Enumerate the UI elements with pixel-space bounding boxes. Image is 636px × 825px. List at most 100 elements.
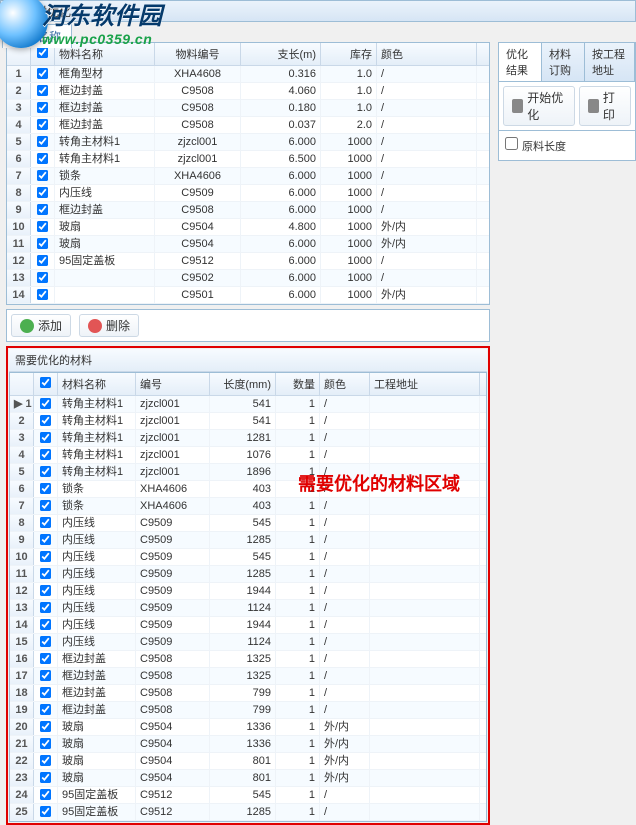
row-checkbox[interactable] [40,704,51,715]
table-row[interactable]: 14内压线C950919441/ [10,617,486,634]
bottom-grid: 材料名称 编号 长度(mm) 数量 颜色 工程地址 ▶ 1转角主材料1zjzcl… [9,372,487,822]
table-row[interactable]: 6转角主材料1zjzcl0016.5001000/ [7,151,489,168]
table-row[interactable]: 21玻扇C950413361外/内 [10,736,486,753]
row-checkbox[interactable] [40,619,51,630]
table-row[interactable]: 14C95016.0001000外/内 [7,287,489,304]
play-icon [512,99,523,113]
row-checkbox[interactable] [37,272,48,283]
table-row[interactable]: 20玻扇C950413361外/内 [10,719,486,736]
titlebar: 型材优化 [0,0,636,22]
tab-results[interactable]: 优化结果 [499,43,542,81]
bot-check-all[interactable] [40,377,51,388]
table-row[interactable]: 2转角主材料1zjzcl0015411/ [10,413,486,430]
row-checkbox[interactable] [40,585,51,596]
row-checkbox[interactable] [40,738,51,749]
table-row[interactable]: 18框边封盖C95087991/ [10,685,486,702]
row-checkbox[interactable] [37,119,48,130]
table-row[interactable]: 1框角型材XHA46080.3161.0/ [7,66,489,83]
table-row[interactable]: 23玻扇C95048011外/内 [10,770,486,787]
bottom-grid-header: 材料名称 编号 长度(mm) 数量 颜色 工程地址 [10,373,486,396]
table-row[interactable]: 4转角主材料1zjzcl00110761/ [10,447,486,464]
plus-icon [20,319,34,333]
row-checkbox[interactable] [40,534,51,545]
right-tabs: 优化结果 材料订购 按工程地址 [498,42,636,82]
row-checkbox[interactable] [40,789,51,800]
table-row[interactable]: 13C95026.0001000/ [7,270,489,287]
row-checkbox[interactable] [40,670,51,681]
row-checkbox[interactable] [37,187,48,198]
table-row[interactable]: 1295固定盖板C95126.0001000/ [7,253,489,270]
row-checkbox[interactable] [37,238,48,249]
row-checkbox[interactable] [40,653,51,664]
row-checkbox[interactable] [40,466,51,477]
table-row[interactable]: 7锁条XHA46064031/ [10,498,486,515]
row-checkbox[interactable] [40,636,51,647]
top-grid-header: 物料名称 物料编号 支长(m) 库存 颜色 [7,43,489,66]
print-button[interactable]: 打印 [579,86,631,126]
table-row[interactable]: 22玻扇C95048011外/内 [10,753,486,770]
minus-icon [88,319,102,333]
table-row[interactable]: 7锁条XHA46066.0001000/ [7,168,489,185]
table-row[interactable]: 8内压线C95096.0001000/ [7,185,489,202]
table-row[interactable]: 5转角主材料1zjzcl0016.0001000/ [7,134,489,151]
row-checkbox[interactable] [40,398,51,409]
row-checkbox[interactable] [40,755,51,766]
row-checkbox[interactable] [37,102,48,113]
row-checkbox[interactable] [40,449,51,460]
table-row[interactable]: 5转角主材料1zjzcl00118961/ [10,464,486,481]
row-checkbox[interactable] [37,85,48,96]
start-optimize-button[interactable]: 开始优化 [503,86,575,126]
table-row[interactable]: 17框边封盖C950813251/ [10,668,486,685]
row-checkbox[interactable] [37,221,48,232]
table-row[interactable]: 11玻扇C95046.0001000外/内 [7,236,489,253]
row-checkbox[interactable] [37,68,48,79]
table-row[interactable]: 13内压线C950911241/ [10,600,486,617]
table-row[interactable]: 8内压线C95095451/ [10,515,486,532]
delete-button[interactable]: 删除 [79,314,139,337]
raw-length-checkbox[interactable] [505,137,518,150]
tab-order[interactable]: 材料订购 [542,43,585,81]
top-grid: 物料名称 物料编号 支长(m) 库存 颜色 1框角型材XHA46080.3161… [6,42,490,305]
main-tab[interactable]: 物料名称 [2,24,72,48]
row-checkbox[interactable] [37,170,48,181]
table-row[interactable]: 16框边封盖C950813251/ [10,651,486,668]
add-button[interactable]: 添加 [11,314,71,337]
row-checkbox[interactable] [40,551,51,562]
printer-icon [588,99,599,113]
table-row[interactable]: 10玻扇C95044.8001000外/内 [7,219,489,236]
table-row[interactable]: 9内压线C950912851/ [10,532,486,549]
row-checkbox[interactable] [40,432,51,443]
row-checkbox[interactable] [40,806,51,817]
table-row[interactable]: 11内压线C950912851/ [10,566,486,583]
table-row[interactable]: 3转角主材料1zjzcl00112811/ [10,430,486,447]
row-checkbox[interactable] [37,289,48,300]
table-row[interactable]: ▶ 1转角主材料1zjzcl0015411/ [10,396,486,413]
table-row[interactable]: 4框边封盖C95080.0372.0/ [7,117,489,134]
row-checkbox[interactable] [40,415,51,426]
table-row[interactable]: 2框边封盖C95084.0601.0/ [7,83,489,100]
table-row[interactable]: 19框边封盖C95087991/ [10,702,486,719]
top-check-all[interactable] [37,47,48,58]
row-checkbox[interactable] [40,602,51,613]
row-checkbox[interactable] [40,500,51,511]
table-row[interactable]: 3框边封盖C95080.1801.0/ [7,100,489,117]
table-row[interactable]: 2595固定盖板C951212851/ [10,804,486,821]
table-row[interactable]: 15内压线C950911241/ [10,634,486,651]
table-row[interactable]: 9框边封盖C95086.0001000/ [7,202,489,219]
tab-byaddr[interactable]: 按工程地址 [585,43,635,81]
table-row[interactable]: 6锁条XHA46064031/ [10,481,486,498]
row-checkbox[interactable] [37,136,48,147]
row-checkbox[interactable] [40,721,51,732]
row-checkbox[interactable] [37,204,48,215]
row-checkbox[interactable] [40,483,51,494]
row-checkbox[interactable] [40,772,51,783]
table-row[interactable]: 10内压线C95095451/ [10,549,486,566]
row-checkbox[interactable] [40,517,51,528]
table-row[interactable]: 12内压线C950919441/ [10,583,486,600]
row-checkbox[interactable] [37,153,48,164]
table-row[interactable]: 2495固定盖板C95125451/ [10,787,486,804]
row-checkbox[interactable] [40,687,51,698]
right-panel: 原料长度 [498,131,636,161]
row-checkbox[interactable] [37,255,48,266]
row-checkbox[interactable] [40,568,51,579]
